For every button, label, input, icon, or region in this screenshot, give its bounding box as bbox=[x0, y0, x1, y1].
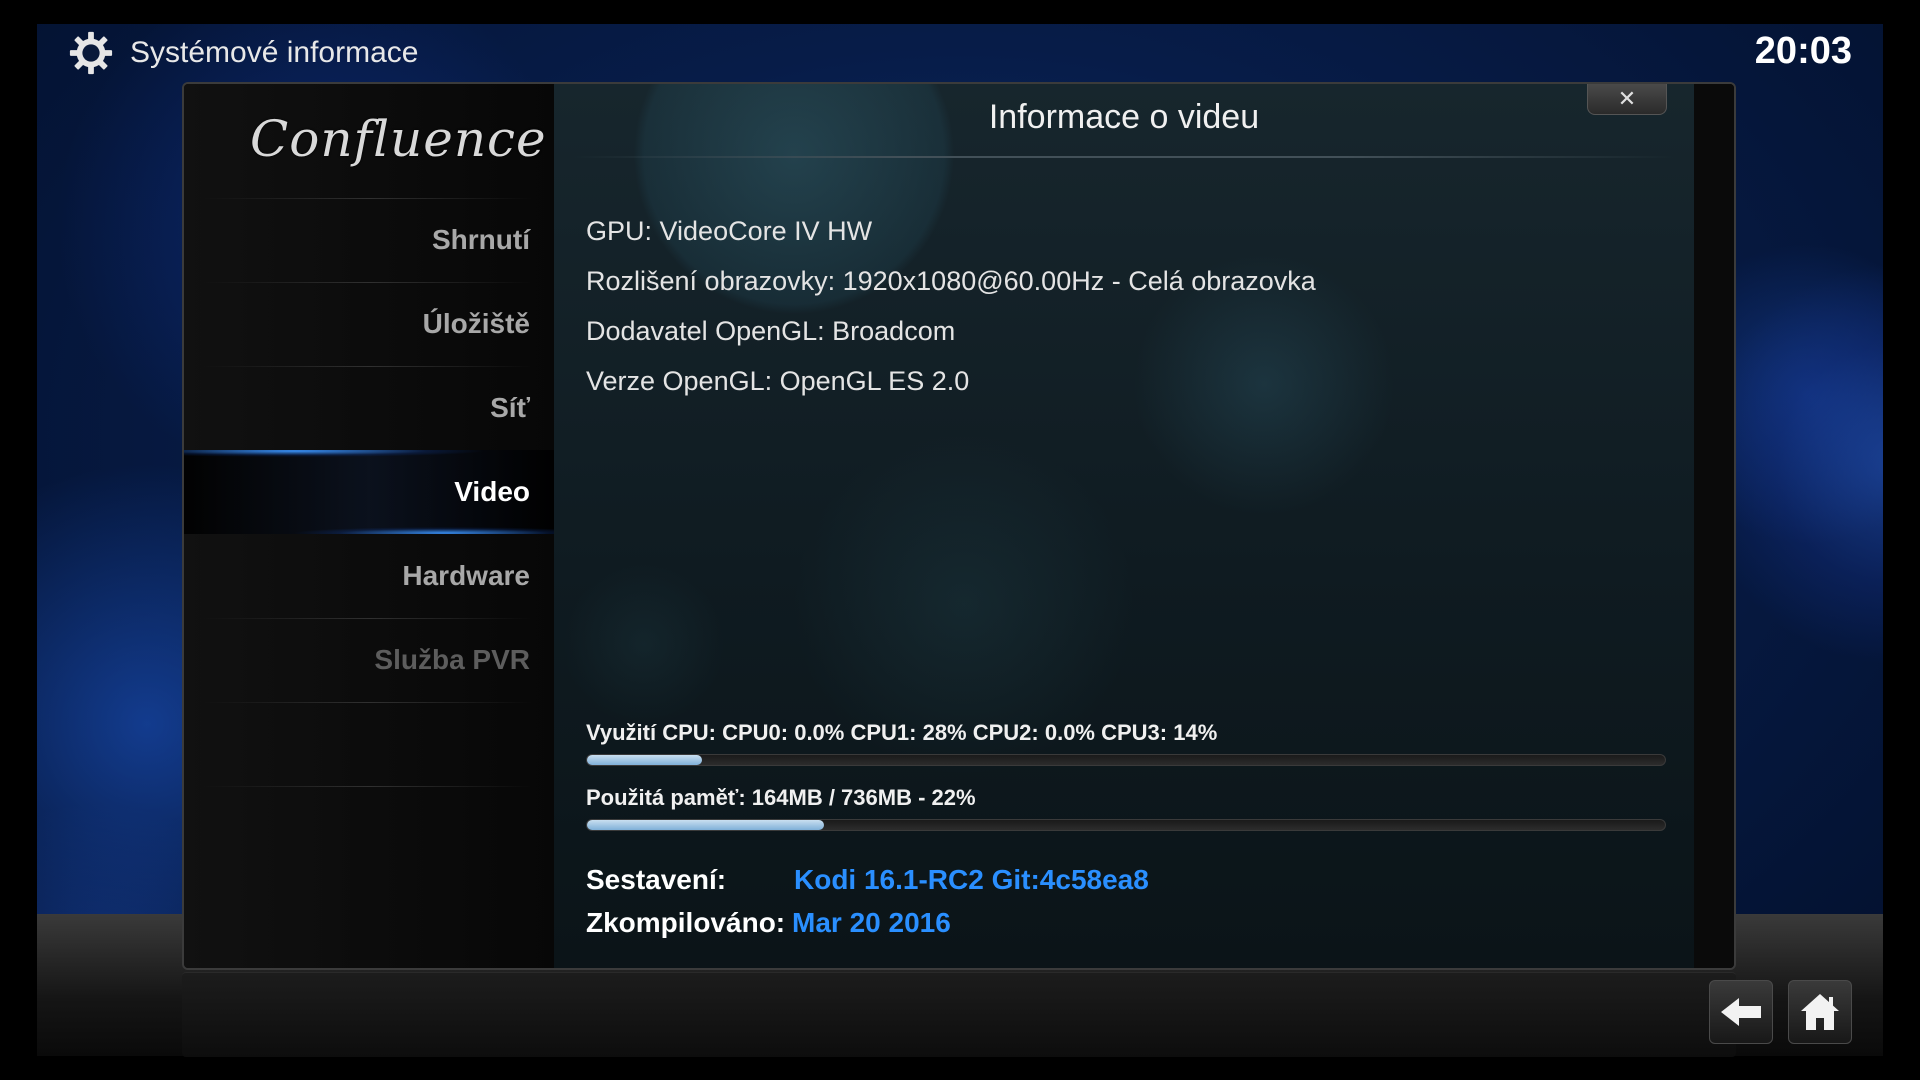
back-arrow-icon bbox=[1721, 998, 1761, 1026]
sidebar-divider bbox=[204, 702, 534, 703]
sidebar-item-summary[interactable]: Shrnutí bbox=[210, 198, 530, 282]
build-value: Kodi 16.1-RC2 Git:4c58ea8 bbox=[794, 864, 1149, 895]
close-button[interactable]: ✕ bbox=[1587, 84, 1667, 115]
compiled-label: Zkompilováno: bbox=[586, 907, 786, 938]
sidebar-item-pvr-service[interactable]: Služba PVR bbox=[210, 618, 530, 702]
info-opengl-vendor: Dodavatel OpenGL: Broadcom bbox=[586, 316, 956, 346]
build-label: Sestavení: bbox=[586, 864, 727, 895]
memory-usage-label: Použitá paměť: 164MB / 736MB - 22% bbox=[586, 785, 976, 810]
cpu-usage-label: Využití CPU: CPU0: 0.0% CPU1: 28% CPU2: … bbox=[586, 720, 1218, 745]
info-opengl-version: Verze OpenGL: OpenGL ES 2.0 bbox=[586, 366, 970, 396]
sidebar-item-hardware[interactable]: Hardware bbox=[210, 534, 530, 618]
clock: 20:03 bbox=[1754, 30, 1852, 72]
info-gpu: GPU: VideoCore IV HW bbox=[586, 216, 873, 246]
title-divider bbox=[574, 156, 1674, 158]
system-info-dialog: Confluence Shrnutí Úložiště Síť Video Ha… bbox=[182, 82, 1736, 970]
panel-edge bbox=[1694, 84, 1734, 968]
info-resolution: Rozlišení obrazovky: 1920x1080@60.00Hz -… bbox=[586, 266, 1316, 296]
window-title: Systémové informace bbox=[130, 36, 419, 69]
kodi-screen: Systémové informace 20:03 Confluence Shr… bbox=[0, 0, 1920, 1080]
cpu-usage-bar bbox=[586, 754, 1666, 766]
compiled-value: Mar 20 2016 bbox=[792, 907, 951, 938]
gear-icon bbox=[69, 31, 113, 75]
cpu-usage-bar-fill bbox=[587, 755, 703, 765]
sidebar-item-network[interactable]: Síť bbox=[210, 366, 530, 450]
back-button[interactable] bbox=[1709, 980, 1773, 1044]
memory-usage-bar bbox=[586, 819, 1666, 831]
sidebar: Confluence Shrnutí Úložiště Síť Video Ha… bbox=[184, 84, 554, 968]
memory-usage-bar-fill bbox=[587, 820, 825, 830]
sidebar-item-video[interactable]: Video bbox=[210, 450, 530, 534]
dialog-title: Informace o videu bbox=[988, 98, 1260, 136]
home-button[interactable] bbox=[1788, 980, 1852, 1044]
confluence-logo: Confluence bbox=[250, 110, 547, 168]
close-icon: ✕ bbox=[1617, 86, 1637, 111]
sidebar-divider bbox=[204, 786, 534, 787]
bottom-bar bbox=[182, 972, 1736, 1057]
window-header: Systémové informace bbox=[68, 30, 418, 76]
home-icon bbox=[1801, 994, 1839, 1030]
sidebar-item-storage[interactable]: Úložiště bbox=[210, 282, 530, 366]
